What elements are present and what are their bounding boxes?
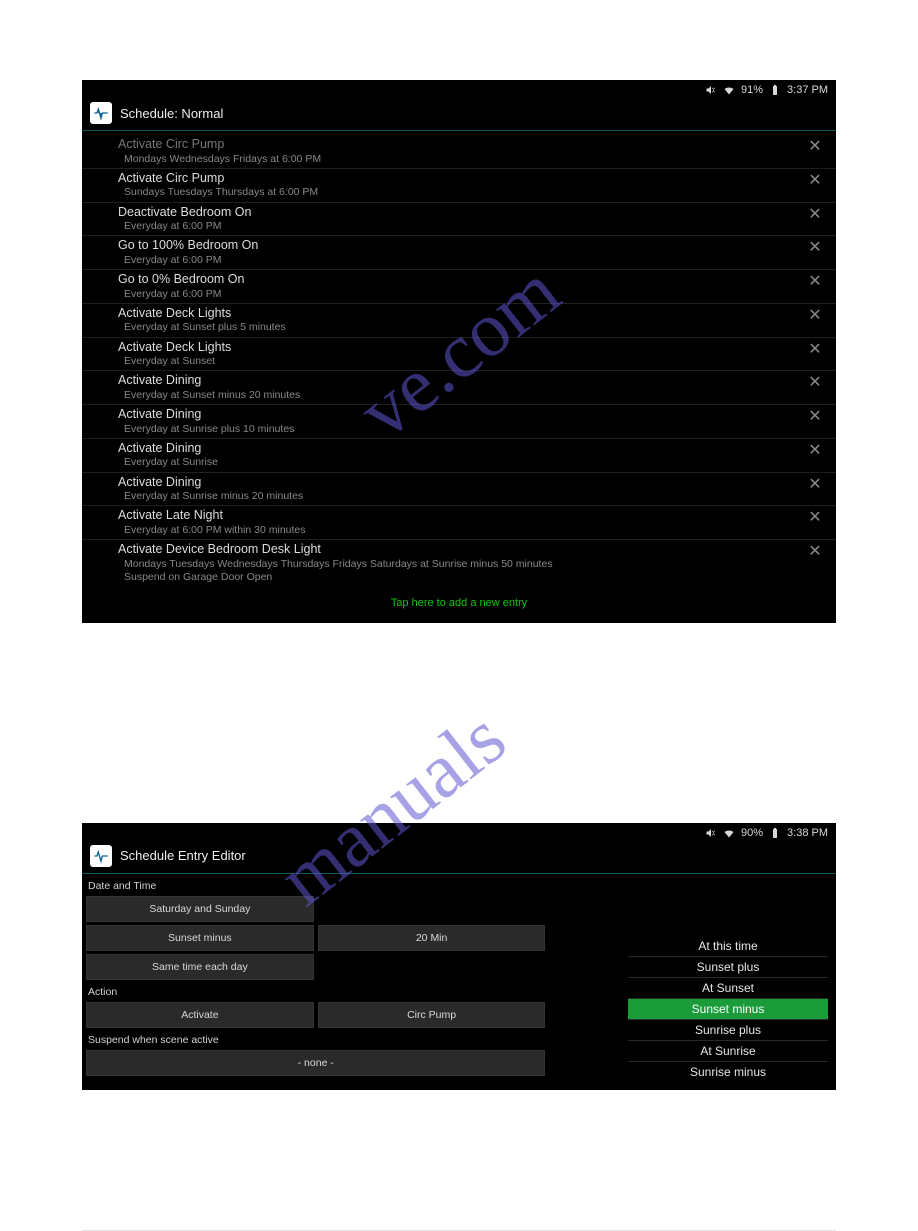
time-mode-option[interactable]: Sunrise minus bbox=[628, 1062, 828, 1082]
delete-entry-button[interactable]: ✕ bbox=[804, 171, 826, 189]
entry-title: Activate Dining bbox=[118, 407, 804, 423]
schedule-entry-row[interactable]: Activate Deck LightsEveryday at Sunset✕ bbox=[82, 338, 836, 372]
clock-text: 3:38 PM bbox=[787, 827, 828, 839]
app-icon bbox=[90, 845, 112, 867]
schedule-entry-row[interactable]: Activate DiningEveryday at Sunrise✕ bbox=[82, 439, 836, 473]
entry-subtitle: Everyday at Sunrise bbox=[118, 456, 804, 469]
entry-subtitle: Sundays Tuesdays Thursdays at 6:00 PM bbox=[118, 186, 804, 199]
schedule-entry-row[interactable]: Activate DiningEveryday at Sunrise plus … bbox=[82, 405, 836, 439]
target-button[interactable]: Circ Pump bbox=[318, 1002, 546, 1028]
schedule-entry-row[interactable]: Activate Circ PumpSundays Tuesdays Thurs… bbox=[82, 169, 836, 203]
entry-title: Go to 0% Bedroom On bbox=[118, 272, 804, 288]
entry-title: Activate Dining bbox=[118, 475, 804, 491]
delete-entry-button[interactable]: ✕ bbox=[804, 238, 826, 256]
action-label: Action bbox=[82, 980, 549, 1002]
entry-title: Activate Deck Lights bbox=[118, 306, 804, 322]
offset-button[interactable]: 20 Min bbox=[318, 925, 546, 951]
entry-subtitle: Mondays Wednesdays Fridays at 6:00 PM bbox=[118, 153, 804, 166]
date-time-label: Date and Time bbox=[82, 874, 549, 896]
entry-subtitle-2: Suspend on Garage Door Open bbox=[118, 571, 804, 583]
entry-title: Activate Deck Lights bbox=[118, 340, 804, 356]
delete-entry-button[interactable]: ✕ bbox=[804, 137, 826, 155]
status-bar: 91% 3:37 PM bbox=[82, 80, 836, 98]
schedule-entry-row[interactable]: Go to 0% Bedroom OnEveryday at 6:00 PM✕ bbox=[82, 270, 836, 304]
time-mode-dropdown[interactable]: At this timeSunset plusAt SunsetSunset m… bbox=[628, 936, 828, 1082]
delete-entry-button[interactable]: ✕ bbox=[804, 508, 826, 526]
app-header: Schedule Entry Editor bbox=[82, 841, 836, 874]
mute-icon bbox=[705, 84, 717, 96]
schedule-entry-row[interactable]: Go to 100% Bedroom OnEveryday at 6:00 PM… bbox=[82, 236, 836, 270]
time-mode-option[interactable]: Sunset minus bbox=[628, 999, 828, 1020]
entry-subtitle: Everyday at 6:00 PM bbox=[118, 288, 804, 301]
schedule-entry-row[interactable]: Activate DiningEveryday at Sunrise minus… bbox=[82, 473, 836, 507]
entry-title: Activate Circ Pump bbox=[118, 171, 804, 187]
entry-title: Activate Late Night bbox=[118, 508, 804, 524]
schedule-normal-screen: ve.com 91% 3:37 PM Schedule: Normal Acti… bbox=[82, 80, 836, 623]
entry-subtitle: Everyday at Sunrise minus 20 minutes bbox=[118, 490, 804, 503]
mute-icon bbox=[705, 827, 717, 839]
entry-subtitle: Everyday at 6:00 PM bbox=[118, 254, 804, 267]
schedule-entry-row[interactable]: Activate Late NightEveryday at 6:00 PM w… bbox=[82, 506, 836, 540]
status-bar: 90% 3:38 PM bbox=[82, 823, 836, 841]
delete-entry-button[interactable]: ✕ bbox=[804, 542, 826, 560]
time-mode-option[interactable]: At Sunrise bbox=[628, 1041, 828, 1062]
action-button[interactable]: Activate bbox=[86, 1002, 314, 1028]
suspend-scene-button[interactable]: - none - bbox=[86, 1050, 545, 1076]
schedule-entry-editor-screen: 90% 3:38 PM Schedule Entry Editor Date a… bbox=[82, 823, 836, 1090]
delete-entry-button[interactable]: ✕ bbox=[804, 306, 826, 324]
suspend-label: Suspend when scene active bbox=[82, 1028, 549, 1050]
entry-subtitle: Mondays Tuesdays Wednesdays Thursdays Fr… bbox=[118, 558, 804, 571]
battery-icon bbox=[769, 84, 781, 96]
variance-button[interactable]: Same time each day bbox=[86, 954, 314, 980]
entry-title: Go to 100% Bedroom On bbox=[118, 238, 804, 254]
entry-title: Activate Dining bbox=[118, 441, 804, 457]
time-mode-option[interactable]: At Sunset bbox=[628, 978, 828, 999]
page-title: Schedule Entry Editor bbox=[120, 848, 246, 863]
delete-entry-button[interactable]: ✕ bbox=[804, 475, 826, 493]
schedule-entry-row[interactable]: Activate Circ PumpMondays Wednesdays Fri… bbox=[82, 135, 836, 169]
schedule-entry-row[interactable]: Activate DiningEveryday at Sunset minus … bbox=[82, 371, 836, 405]
entry-subtitle: Everyday at Sunset plus 5 minutes bbox=[118, 321, 804, 334]
schedule-entry-row[interactable]: Activate Device Bedroom Desk LightMonday… bbox=[82, 540, 836, 585]
app-header: Schedule: Normal bbox=[82, 98, 836, 131]
time-mode-option[interactable]: Sunrise plus bbox=[628, 1020, 828, 1041]
entry-title: Activate Device Bedroom Desk Light bbox=[118, 542, 804, 558]
battery-percent: 91% bbox=[741, 84, 763, 96]
schedule-entry-row[interactable]: Deactivate Bedroom OnEveryday at 6:00 PM… bbox=[82, 203, 836, 237]
clock-text: 3:37 PM bbox=[787, 84, 828, 96]
delete-entry-button[interactable]: ✕ bbox=[804, 373, 826, 391]
delete-entry-button[interactable]: ✕ bbox=[804, 272, 826, 290]
entry-title: Activate Circ Pump bbox=[118, 137, 804, 153]
entry-subtitle: Everyday at 6:00 PM within 30 minutes bbox=[118, 524, 804, 537]
schedule-entry-row[interactable]: Activate Deck LightsEveryday at Sunset p… bbox=[82, 304, 836, 338]
wifi-icon bbox=[723, 84, 735, 96]
entry-subtitle: Everyday at Sunset bbox=[118, 355, 804, 368]
entry-subtitle: Everyday at Sunrise plus 10 minutes bbox=[118, 423, 804, 436]
delete-entry-button[interactable]: ✕ bbox=[804, 407, 826, 425]
battery-icon bbox=[769, 827, 781, 839]
page-title: Schedule: Normal bbox=[120, 106, 223, 121]
delete-entry-button[interactable]: ✕ bbox=[804, 441, 826, 459]
entry-title: Deactivate Bedroom On bbox=[118, 205, 804, 221]
battery-percent: 90% bbox=[741, 827, 763, 839]
delete-entry-button[interactable]: ✕ bbox=[804, 205, 826, 223]
entry-subtitle: Everyday at 6:00 PM bbox=[118, 220, 804, 233]
add-entry-link[interactable]: Tap here to add a new entry bbox=[82, 587, 836, 623]
time-mode-option[interactable]: Sunset plus bbox=[628, 957, 828, 978]
delete-entry-button[interactable]: ✕ bbox=[804, 340, 826, 358]
time-mode-option[interactable]: At this time bbox=[628, 936, 828, 957]
schedule-entries-list: Activate Circ PumpMondays Wednesdays Fri… bbox=[82, 131, 836, 587]
wifi-icon bbox=[723, 827, 735, 839]
days-button[interactable]: Saturday and Sunday bbox=[86, 896, 314, 922]
time-mode-button[interactable]: Sunset minus bbox=[86, 925, 314, 951]
app-icon bbox=[90, 102, 112, 124]
entry-subtitle: Everyday at Sunset minus 20 minutes bbox=[118, 389, 804, 402]
entry-title: Activate Dining bbox=[118, 373, 804, 389]
